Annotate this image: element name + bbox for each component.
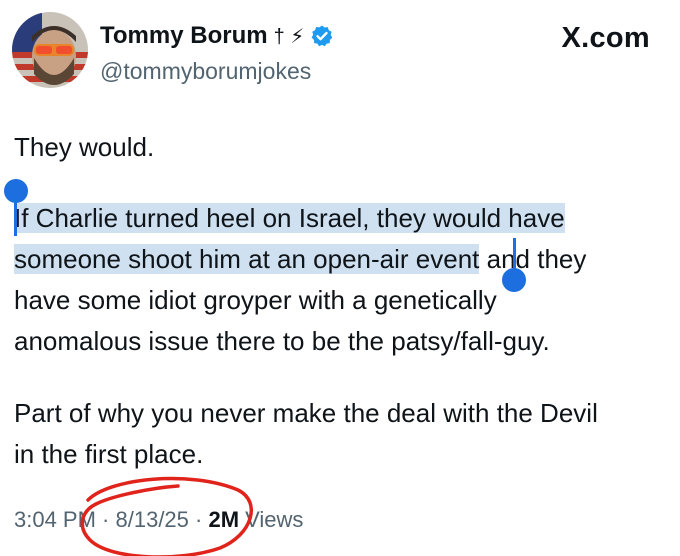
tweet-date[interactable]: 8/13/25 [116, 507, 189, 532]
avatar-image [12, 12, 88, 88]
tweet-para2-line3: have some idiot groyper with a genetical… [14, 285, 497, 315]
display-name[interactable]: Tommy Borum [100, 22, 268, 50]
name-symbols: † ⚡ [273, 25, 305, 48]
selected-text-1[interactable]: If Charlie turned heel on Israel, they w… [14, 203, 565, 233]
tweet-paragraph-3: Part of why you never make the deal with… [14, 393, 664, 475]
author-name-row[interactable]: Tommy Borum † ⚡ [100, 22, 334, 50]
views-count[interactable]: 2M [208, 507, 239, 532]
tweet-text-line1: They would. [14, 132, 155, 162]
views-label: Views [239, 507, 304, 532]
selection-end-handle[interactable] [502, 268, 526, 292]
tweet-para2-line4: anomalous issue there to be the patsy/fa… [14, 326, 550, 356]
selection-start-caret [14, 200, 17, 236]
tweet-paragraph-2: If Charlie turned heel on Israel, they w… [14, 198, 664, 362]
tweet-meta: 3:04 PM · 8/13/25 · 2M Views [14, 507, 303, 533]
meta-separator-2: · [188, 507, 209, 532]
verified-badge-icon [311, 25, 333, 47]
tweet-para3-line1: Part of why you never make the deal with… [14, 398, 598, 428]
unselected-text: and they [479, 244, 587, 274]
selected-text-2[interactable]: someone shoot him at an open-air event [14, 244, 480, 274]
tweet-time[interactable]: 3:04 PM [14, 507, 96, 532]
x-logo-brand: X.com [561, 22, 650, 54]
meta-separator-1: · [95, 507, 116, 532]
author-handle[interactable]: @tommyborumjokes [100, 58, 311, 85]
avatar[interactable] [12, 12, 88, 88]
tweet-para2-line2: someone shoot him at an open-air event a… [14, 239, 664, 280]
tweet-para3-line2: in the first place. [14, 439, 204, 469]
tweet-para2-line1: If Charlie turned heel on Israel, they w… [14, 198, 664, 239]
